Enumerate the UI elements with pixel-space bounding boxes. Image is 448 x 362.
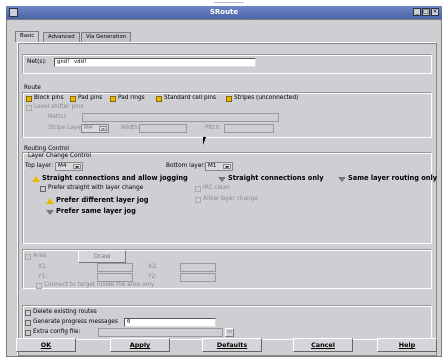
stripes-checkbox[interactable] <box>226 96 232 102</box>
straight-only-label: Straight connections only <box>228 174 324 182</box>
draw-button[interactable]: Draw <box>78 250 126 263</box>
help-label: Help <box>398 341 416 349</box>
basic-panel: Net(s): gnd! vdd! Route Block pins Pad p… <box>17 42 437 356</box>
allow-layer-change-label: Allow layer change <box>203 196 259 202</box>
area-label: Area <box>33 253 47 259</box>
window-title: SRoute <box>209 8 239 16</box>
title-bar[interactable]: SRoute _ □ × <box>6 6 442 19</box>
pad-rings-checkbox[interactable] <box>110 96 116 102</box>
stripe-layer-label: Stripe Layer: <box>48 125 86 131</box>
stripe-layer-value: M4 <box>84 125 93 131</box>
allow-layer-change-checkbox[interactable] <box>195 197 201 203</box>
tab-advanced[interactable]: Advanced <box>43 32 80 42</box>
irc-clean-checkbox[interactable] <box>195 186 201 192</box>
prefer-straight-label: Prefer straight with layer change <box>48 185 144 191</box>
dropdown-arrow-icon: ▬ <box>223 164 231 169</box>
nets-input[interactable]: gnd! vdd! <box>54 58 256 67</box>
same-layer-only-radio[interactable] <box>338 177 346 182</box>
bottom-layer-combo[interactable]: M1 ▬ <box>205 162 233 171</box>
extra-config-input[interactable] <box>98 328 223 337</box>
stripe-layer-combo[interactable]: M4 ▬ <box>81 124 109 133</box>
prefer-same-jog-label: Prefer same layer jog <box>56 207 136 215</box>
defaults-button[interactable]: Defaults <box>202 338 262 352</box>
ls-nets-label: Net(s): <box>48 114 68 120</box>
x1-input[interactable] <box>97 263 133 272</box>
ok-label: OK <box>40 341 52 349</box>
dialog-body: Basic Advanced Via Generation Net(s): gn… <box>6 19 442 357</box>
route-section-label: Route <box>24 85 41 91</box>
prefer-different-jog-label: Prefer different layer jog <box>56 196 149 204</box>
apply-label: Apply <box>129 341 151 349</box>
bottom-layer-label: Bottom layer: <box>166 163 206 169</box>
pad-pins-label: Pad pins <box>78 95 103 101</box>
nets-label: Net(s): <box>27 59 47 65</box>
standard-cell-pins-label: Standard cell pins <box>164 95 217 101</box>
pad-rings-label: Pad rings <box>118 95 145 101</box>
ok-button[interactable]: OK <box>16 338 76 352</box>
pitch-label: Pitch: <box>205 125 222 131</box>
layer-change-label: Layer Change Control <box>28 153 91 159</box>
progress-messages-checkbox[interactable] <box>25 320 31 326</box>
cancel-button[interactable]: Cancel <box>293 338 353 352</box>
progress-messages-input[interactable]: 0 <box>124 318 216 327</box>
x2-input[interactable] <box>180 263 216 272</box>
area-checkbox[interactable] <box>25 254 31 260</box>
block-pins-label: Block pins <box>34 95 64 101</box>
straight-allow-jogging-label: Straight connections and allow jogging <box>42 174 188 182</box>
cancel-label: Cancel <box>311 341 335 349</box>
tab-via-generation[interactable]: Via Generation <box>81 32 132 42</box>
x2-label: X2: <box>148 264 158 270</box>
top-layer-label: Top layer: <box>25 163 54 169</box>
dropdown-arrow-icon: ▬ <box>73 164 81 169</box>
prefer-different-jog-radio[interactable] <box>46 198 54 204</box>
y1-label: Y1: <box>38 274 48 280</box>
width-label: Width: <box>121 125 140 131</box>
top-mark <box>214 0 244 3</box>
close-icon[interactable]: × <box>431 8 439 16</box>
delete-routes-label: Delete existing routes <box>33 309 97 315</box>
y2-input[interactable] <box>180 273 216 282</box>
y1-input[interactable] <box>97 273 133 282</box>
apply-button[interactable]: Apply <box>110 338 170 352</box>
width-input[interactable] <box>139 124 187 133</box>
extra-config-label: Extra config file: <box>33 329 81 335</box>
prefer-straight-checkbox[interactable] <box>40 186 46 192</box>
top-layer-value: M4 <box>58 163 67 169</box>
bottom-layer-value: M1 <box>208 163 217 169</box>
minimize-icon[interactable]: _ <box>413 8 421 16</box>
help-button[interactable]: Help <box>377 338 437 352</box>
stripes-label: Stripes (unconnected) <box>234 95 299 101</box>
extra-config-checkbox[interactable] <box>25 330 31 336</box>
y2-label: Y2: <box>148 274 158 280</box>
top-layer-combo[interactable]: M4 ▬ <box>55 162 83 171</box>
defaults-label: Defaults <box>216 341 248 349</box>
level-shifter-label: Level shifter pins <box>34 104 84 110</box>
straight-only-radio[interactable] <box>218 177 226 182</box>
prefer-same-jog-radio[interactable] <box>46 210 54 215</box>
x1-label: X1: <box>38 264 48 270</box>
delete-routes-checkbox[interactable] <box>25 310 31 316</box>
ls-nets-input[interactable] <box>82 113 279 122</box>
progress-messages-label: Generate progress messages <box>33 319 118 325</box>
connect-target-checkbox[interactable] <box>36 283 42 289</box>
straight-allow-jogging-radio[interactable] <box>32 176 40 182</box>
connect-target-label: Connect to target inside the area only <box>44 282 155 288</box>
pitch-input[interactable] <box>224 124 274 133</box>
dropdown-arrow-icon: ▬ <box>99 126 107 131</box>
irc-clean-label: IRC clean <box>203 185 230 191</box>
same-layer-only-label: Same layer routing only <box>348 174 438 182</box>
mouse-cursor-icon <box>203 137 206 145</box>
pad-pins-checkbox[interactable] <box>70 96 76 102</box>
standard-cell-pins-checkbox[interactable] <box>156 96 162 102</box>
block-pins-checkbox[interactable] <box>26 96 32 102</box>
level-shifter-checkbox[interactable] <box>26 105 32 111</box>
maximize-icon[interactable]: □ <box>422 8 430 16</box>
tab-basic[interactable]: Basic <box>15 31 40 42</box>
browse-folder-icon[interactable]: ▭ <box>225 328 234 337</box>
